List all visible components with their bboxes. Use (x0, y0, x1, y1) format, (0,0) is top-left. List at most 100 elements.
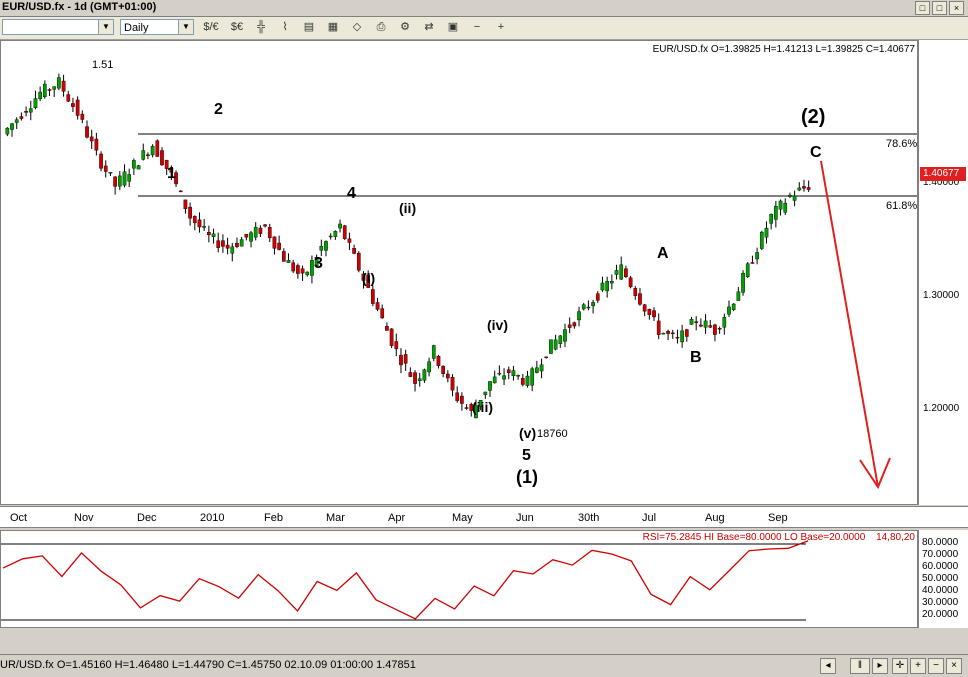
candle-body (610, 281, 614, 284)
scroll-right-button[interactable]: ▸ (872, 658, 888, 674)
rsi-info-values: RSI=75.2845 HI Base=80.0000 LO Base=20.0… (642, 532, 866, 543)
rsi-tick: 70.0000 (922, 549, 959, 560)
candle-body (577, 311, 581, 321)
price-axis[interactable]: 1.40000 1.30000 1.20000 1.40677 (918, 40, 968, 505)
scroll-handle[interactable]: ‖ (850, 658, 870, 674)
candle-body (788, 194, 792, 197)
candle-body (38, 91, 42, 100)
time-tick: Jul (642, 512, 657, 524)
currency-dollar-euro-button[interactable]: $/€ (202, 19, 220, 36)
candle-body (506, 369, 511, 373)
candle-body (483, 391, 488, 395)
candle-body (385, 325, 389, 331)
candle-body (305, 271, 310, 276)
timeframe-select[interactable]: Daily ▼ (120, 19, 194, 35)
time-axis[interactable]: Oct Nov Dec 2010 Feb Mar Apr May Jun 30t… (0, 506, 968, 528)
candle-body (516, 375, 520, 377)
candle-body (319, 245, 324, 251)
candle-body (689, 318, 694, 325)
crosshair-button[interactable]: ✛ (892, 658, 908, 674)
rsi-tick: 40.0000 (922, 585, 959, 596)
candle-body (221, 240, 225, 247)
settings-button[interactable]: ⚙ (396, 19, 414, 36)
toolbar: ▼ Daily ▼ $/€ $€ ╬ ⌇ ▤ ▦ ◇ ⎙ ⚙ ⇄ ▣ − + (0, 17, 968, 40)
candle-body (441, 365, 445, 374)
price-chart[interactable]: 1.51 18760 78.6% 61.8% 2 1 4 3 (ii) (i) (iv) (iii) (… (0, 40, 918, 505)
projection-arrow-line (820, 160, 879, 488)
candle-body (300, 268, 305, 274)
price-chart-svg: 1.51 18760 78.6% 61.8% 2 1 4 3 (ii) (i) (iv) (iii) (… (5, 59, 917, 490)
time-tick: Mar (326, 512, 345, 524)
time-tick: Oct (10, 512, 28, 524)
crosshair-button[interactable]: ╬ (252, 19, 270, 36)
rsi-panel[interactable]: RSI=75.2845 HI Base=80.0000 LO Base=20.0… (0, 530, 918, 628)
candle-body (792, 195, 797, 201)
scroll-left-button[interactable]: ◂ (820, 658, 836, 674)
close-button[interactable]: × (949, 1, 964, 15)
candle-body (778, 200, 783, 210)
candle-body (10, 123, 14, 130)
rsi-tick: 30.0000 (922, 597, 959, 608)
candle-body (806, 187, 811, 190)
indicator-icon: ▦ (327, 21, 339, 33)
wave-label: 1 (167, 165, 176, 182)
candle-body (61, 80, 66, 92)
candle-body (680, 330, 684, 343)
candle-body (389, 328, 394, 346)
zoom-out-button[interactable]: − (928, 658, 944, 674)
crosshair-icon: ╬ (257, 21, 265, 33)
drawing-icon: ◇ (352, 21, 362, 33)
candlestick-icon: ▤ (303, 21, 315, 33)
candle-body (530, 368, 535, 386)
candle-body (670, 332, 675, 335)
candle-body (699, 324, 703, 327)
minimize-button[interactable]: □ (915, 1, 930, 15)
time-tick: 2010 (200, 512, 225, 524)
candle-body (207, 231, 211, 236)
candle-body (717, 328, 722, 330)
indicator-button[interactable]: ▦ (324, 19, 342, 36)
candle-body (586, 306, 591, 309)
trade-button[interactable]: ⇄ (420, 19, 438, 36)
symbol-select[interactable]: ▼ (2, 19, 114, 35)
candle-body (371, 289, 375, 304)
wave-label: A (657, 245, 669, 262)
candle-body (741, 272, 745, 293)
candlestick-button[interactable]: ▤ (300, 19, 318, 36)
candle-body (591, 302, 595, 307)
zoom-in-button[interactable]: + (910, 658, 926, 674)
wave-label: (v) (519, 425, 536, 441)
candle-body (235, 242, 239, 247)
candle-body (183, 199, 188, 209)
candle-body (230, 246, 235, 254)
candle-body (600, 282, 605, 291)
print-button[interactable]: ⎙ (372, 19, 390, 36)
line-chart-button[interactable]: ⌇ (276, 19, 294, 36)
wave-label: (ii) (399, 200, 416, 216)
wave-label: 3 (314, 255, 323, 272)
rsi-params: 14,80,20 (876, 532, 915, 543)
template-button[interactable]: ▣ (444, 19, 462, 36)
candle-body (750, 262, 755, 264)
rsi-axis[interactable]: 80.0000 70.0000 60.0000 50.0000 40.0000 … (918, 530, 968, 628)
wave-label: C (810, 144, 822, 161)
zoom-out-button[interactable]: − (468, 19, 486, 36)
rsi-chart-svg (1, 540, 809, 621)
chevron-down-icon[interactable]: ▼ (98, 20, 113, 34)
candle-body (460, 395, 464, 404)
candle-body (291, 262, 296, 272)
chevron-down-icon[interactable]: ▼ (178, 20, 193, 34)
candle-body (89, 136, 94, 142)
candle-body (122, 171, 127, 186)
close-panel-button[interactable]: × (946, 658, 962, 674)
candle-body (281, 251, 286, 262)
candle-body (333, 231, 338, 237)
zoom-in-button[interactable]: + (492, 19, 510, 36)
currency-euro-dollar-button[interactable]: $€ (228, 19, 246, 36)
maximize-button[interactable]: □ (932, 1, 947, 15)
candle-body (113, 176, 117, 187)
drawing-button[interactable]: ◇ (348, 19, 366, 36)
candle-body (197, 219, 202, 228)
candle-body (338, 223, 342, 229)
candle-body (352, 248, 356, 254)
